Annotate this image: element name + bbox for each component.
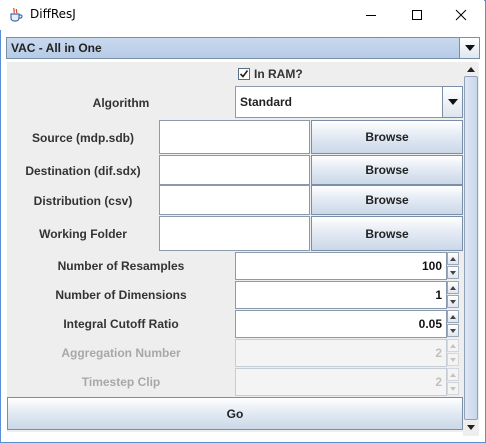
arrow-down-icon (450, 357, 456, 362)
arrow-down-icon (450, 386, 456, 391)
go-button[interactable]: Go (7, 397, 463, 430)
dimensions-label: Number of Dimensions (55, 288, 187, 302)
distribution-browse-button[interactable]: Browse (311, 185, 463, 215)
working-folder-label: Working Folder (39, 227, 127, 241)
cutoff-ratio-up-button[interactable] (447, 310, 459, 323)
arrow-up-icon (450, 256, 456, 261)
algorithm-select[interactable]: Standard (235, 86, 443, 118)
source-field[interactable] (159, 120, 310, 154)
aggregation-up-button (447, 339, 459, 352)
triangle-down-icon (464, 45, 475, 51)
arrow-up-icon (450, 372, 456, 377)
distribution-field[interactable] (159, 185, 310, 215)
dimensions-field[interactable]: 1 (235, 281, 447, 309)
destination-field[interactable] (159, 155, 310, 185)
scroll-down-button[interactable] (463, 420, 479, 434)
aggregation-down-button (447, 353, 459, 366)
resamples-field[interactable]: 100 (235, 252, 447, 280)
triangle-down-icon (447, 99, 458, 105)
algorithm-label: Algorithm (92, 96, 150, 110)
in-ram-label[interactable]: In RAM? (254, 67, 303, 81)
timestep-clip-field: 2 (235, 368, 447, 396)
cutoff-ratio-down-button[interactable] (447, 324, 459, 337)
scroll-up-button[interactable] (463, 62, 479, 76)
timestep-clip-label: Timestep Clip (81, 375, 161, 389)
maximize-button[interactable] (394, 0, 440, 30)
minimize-button[interactable] (348, 0, 394, 30)
aggregation-field: 2 (235, 339, 447, 367)
profile-combo-arrow[interactable] (459, 37, 480, 59)
scroll-thumb[interactable] (464, 76, 478, 420)
resamples-label: Number of Resamples (57, 259, 185, 273)
resamples-up-button[interactable] (447, 252, 459, 265)
maximize-icon (412, 10, 422, 20)
working-folder-field[interactable] (159, 216, 310, 251)
aggregation-label: Aggregation Number (61, 346, 181, 360)
coffee-cup-icon (8, 7, 24, 23)
cutoff-ratio-field[interactable]: 0.05 (235, 310, 447, 338)
algorithm-select-value: Standard (240, 95, 293, 109)
dimensions-up-button[interactable] (447, 281, 459, 294)
distribution-label: Distribution (csv) (33, 194, 133, 208)
arrow-down-icon (450, 328, 456, 333)
arrow-up-icon (450, 285, 456, 290)
destination-browse-button[interactable]: Browse (311, 155, 463, 185)
minimize-icon (366, 15, 376, 16)
arrow-up-icon (450, 314, 456, 319)
destination-label: Destination (dif.sdx) (25, 164, 141, 178)
source-label: Source (mdp.sdb) (31, 131, 134, 145)
algorithm-select-arrow[interactable] (442, 86, 463, 118)
arrow-down-icon (450, 270, 456, 275)
timestep-clip-down-button (447, 382, 459, 395)
window-title: DiffResJ (30, 7, 76, 21)
arrow-up-icon (450, 343, 456, 348)
cutoff-ratio-label: Integral Cutoff Ratio (63, 317, 179, 331)
arrow-up-icon (467, 66, 475, 72)
close-icon (455, 9, 467, 21)
resamples-down-button[interactable] (447, 266, 459, 279)
close-button[interactable] (438, 0, 484, 30)
timestep-clip-up-button (447, 368, 459, 381)
profile-combo-value: VAC - All in One (11, 41, 102, 55)
source-browse-button[interactable]: Browse (311, 120, 463, 154)
profile-combo[interactable]: VAC - All in One (6, 37, 460, 59)
title-bar[interactable]: DiffResJ (0, 0, 484, 30)
arrow-down-icon (450, 299, 456, 304)
in-ram-checkbox[interactable] (238, 68, 250, 80)
vertical-scrollbar[interactable] (463, 62, 479, 436)
dimensions-down-button[interactable] (447, 295, 459, 308)
working-folder-browse-button[interactable]: Browse (311, 216, 463, 251)
arrow-down-icon (467, 424, 475, 430)
checkmark-icon (239, 70, 249, 78)
